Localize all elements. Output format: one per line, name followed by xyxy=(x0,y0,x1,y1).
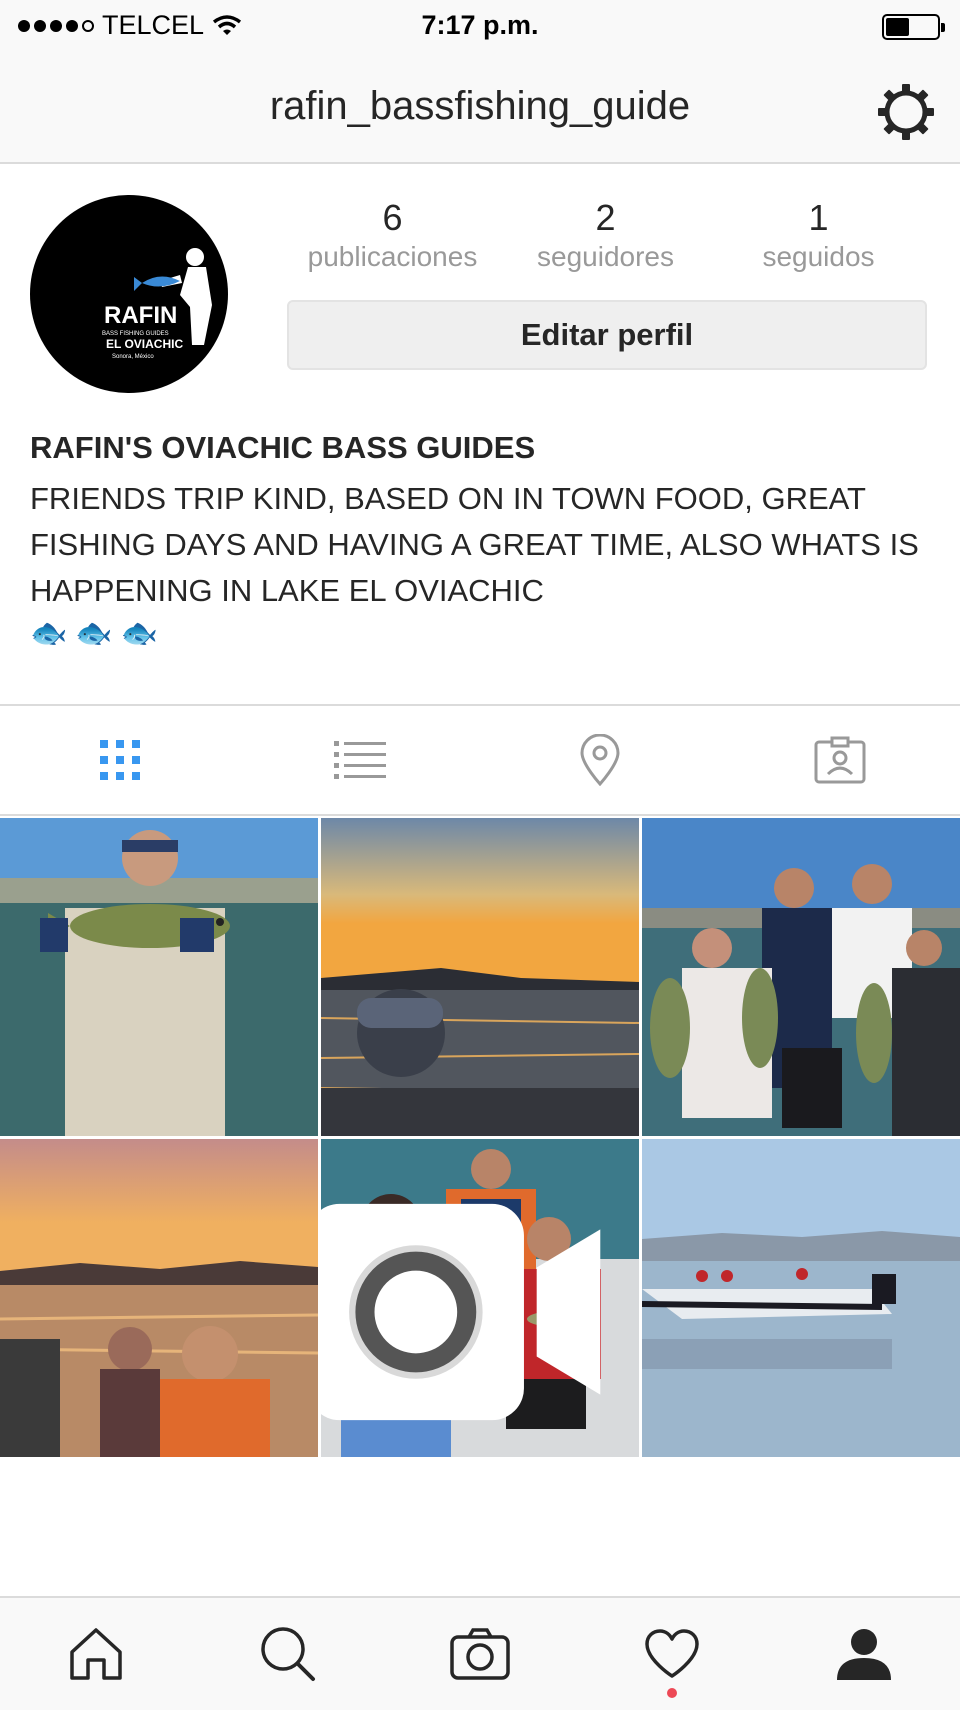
nav-home[interactable] xyxy=(0,1598,192,1710)
post-thumbnail[interactable] xyxy=(642,1139,960,1457)
grid-icon xyxy=(100,740,140,780)
rafin-logo-image: RAFIN BASS FISHING GUIDES EL OVIACHIC So… xyxy=(102,248,212,360)
list-icon xyxy=(334,741,386,779)
camera-icon xyxy=(450,1628,510,1680)
tab-map[interactable] xyxy=(480,706,720,814)
fish-emoji: 🐟 xyxy=(75,617,113,650)
stat-label: seguidores xyxy=(537,241,674,272)
stat-posts[interactable]: 6 publicaciones xyxy=(286,196,499,274)
location-pin-icon xyxy=(580,734,620,786)
nav-profile[interactable] xyxy=(768,1598,960,1710)
tab-list[interactable] xyxy=(240,706,480,814)
stat-label: publicaciones xyxy=(307,241,478,272)
status-bar: TELCEL 7:17 p.m. xyxy=(0,0,960,56)
avatar[interactable]: RAFIN BASS FISHING GUIDES EL OVIACHIC So… xyxy=(30,195,228,393)
post-thumbnail[interactable] xyxy=(0,1139,318,1457)
post-thumbnail[interactable] xyxy=(321,818,639,1136)
edit-profile-button[interactable]: Editar perfil xyxy=(287,300,927,370)
profile-bio: RAFIN'S OVIACHIC BASS GUIDES FRIENDS TRI… xyxy=(30,430,930,651)
fish-emoji: 🐟 xyxy=(30,617,68,650)
svg-text:EL OVIACHIC: EL OVIACHIC xyxy=(106,337,183,351)
bio-name: RAFIN'S OVIACHIC BASS GUIDES xyxy=(30,430,536,465)
battery-level xyxy=(886,18,909,36)
post-grid xyxy=(0,818,960,1457)
profile-header: rafin_bassfishing_guide xyxy=(0,56,960,164)
tab-tagged[interactable] xyxy=(720,706,960,814)
post-image-bass-boat xyxy=(642,1139,960,1457)
page-title: rafin_bassfishing_guide xyxy=(269,84,691,128)
stat-followers[interactable]: 2 seguidores xyxy=(499,196,712,274)
nav-activity[interactable] xyxy=(576,1598,768,1710)
tab-grid[interactable] xyxy=(0,706,240,814)
svg-text:Sonora, México: Sonora, México xyxy=(112,354,154,360)
stat-value: 2 xyxy=(595,197,616,238)
post-thumbnail[interactable] xyxy=(642,818,960,1136)
bio-text: FRIENDS TRIP KIND, BASED ON IN TOWN FOOD… xyxy=(30,481,919,608)
nav-camera[interactable] xyxy=(384,1598,576,1710)
search-icon xyxy=(261,1627,315,1681)
post-image-man-with-bass xyxy=(0,818,318,1136)
notification-dot xyxy=(667,1688,677,1698)
post-image-sunset-lake xyxy=(321,818,639,1136)
stat-following[interactable]: 1 seguidos xyxy=(712,196,925,274)
svg-text:RAFIN: RAFIN xyxy=(104,302,177,329)
profile-stats: 6 publicaciones 2 seguidores 1 seguidos xyxy=(286,196,926,274)
home-icon xyxy=(70,1628,122,1680)
fish-emoji: 🐟 xyxy=(120,617,159,650)
post-image-group-with-bass xyxy=(642,818,960,1136)
heart-icon xyxy=(645,1629,699,1678)
post-image-kids-sunset xyxy=(0,1139,318,1457)
stat-label: seguidos xyxy=(762,241,875,272)
stat-value: 1 xyxy=(808,197,829,238)
profile-view-tabs xyxy=(0,704,960,816)
tagged-person-icon xyxy=(814,736,866,784)
bio-emojis: 🐟 🐟 🐟 xyxy=(30,616,930,651)
gear-icon xyxy=(878,84,934,140)
video-camera-icon xyxy=(321,1203,601,1421)
post-thumbnail[interactable] xyxy=(0,818,318,1136)
profile-icon xyxy=(837,1629,891,1680)
stat-value: 6 xyxy=(382,197,403,238)
status-time: 7:17 p.m. xyxy=(421,10,539,40)
nav-search[interactable] xyxy=(192,1598,384,1710)
post-thumbnail[interactable] xyxy=(321,1139,639,1457)
settings-button[interactable] xyxy=(876,82,936,142)
battery-icon xyxy=(882,14,945,40)
bottom-nav xyxy=(0,1596,960,1710)
